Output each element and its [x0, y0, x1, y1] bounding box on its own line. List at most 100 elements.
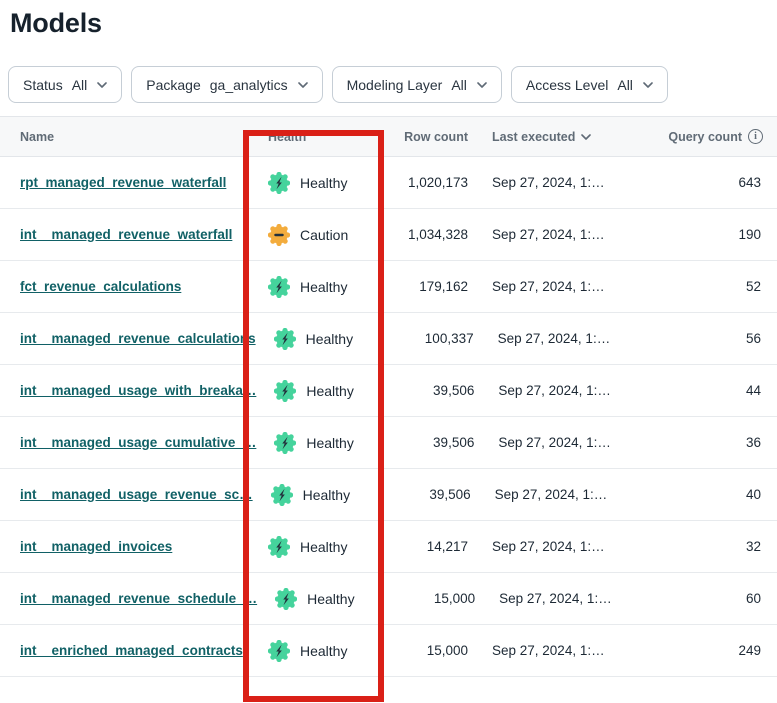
query-count: 44 — [644, 383, 777, 398]
model-link[interactable]: int__managed_usage_revenue_sc… — [20, 487, 253, 502]
row-count: 100,337 — [390, 331, 474, 346]
query-count: 56 — [644, 331, 777, 346]
model-link[interactable]: int__managed_usage_with_breaka… — [20, 383, 256, 398]
health-label: Healthy — [306, 383, 353, 399]
last-executed: Sep 27, 2024, 1:… — [468, 279, 638, 294]
health-cell: Healthy — [256, 328, 390, 350]
row-count: 14,217 — [384, 539, 468, 554]
health-healthy-icon — [268, 536, 290, 558]
health-label: Healthy — [300, 643, 347, 659]
health-label: Healthy — [300, 175, 347, 191]
filter-value: All — [451, 77, 467, 93]
column-header-query-count: Query count i — [638, 129, 777, 144]
health-healthy-icon — [268, 172, 290, 194]
table-row: int__managed_invoices Healthy 14,217 Sep… — [0, 521, 777, 573]
query-count: 249 — [638, 643, 777, 658]
table-row: int__managed_usage_cumulative_… Healthy … — [0, 417, 777, 469]
last-executed: Sep 27, 2024, 1:… — [474, 331, 644, 346]
filter-value: ga_analytics — [210, 77, 288, 93]
model-link[interactable]: int__managed_invoices — [20, 539, 172, 554]
table-header: Name Health Row count Last executed Quer… — [0, 116, 777, 157]
health-cell: Healthy — [253, 484, 387, 506]
query-count: 32 — [638, 539, 777, 554]
chevron-down-icon — [298, 82, 308, 88]
query-count: 643 — [638, 175, 777, 190]
row-count: 15,000 — [391, 591, 475, 606]
health-cell: Healthy — [250, 276, 384, 298]
column-header-last-executed[interactable]: Last executed — [468, 130, 638, 144]
health-label: Healthy — [307, 591, 354, 607]
model-link[interactable]: int__managed_revenue_schedule_… — [20, 591, 257, 606]
health-cell: Healthy — [250, 640, 384, 662]
page-title: Models — [10, 8, 777, 39]
model-link[interactable]: fct_revenue_calculations — [20, 279, 181, 294]
query-count: 36 — [644, 435, 777, 450]
health-cell: Healthy — [250, 536, 384, 558]
row-count: 39,506 — [387, 487, 471, 502]
model-link[interactable]: int__managed_revenue_calculations — [20, 331, 256, 346]
chevron-down-icon — [643, 82, 653, 88]
health-healthy-icon — [274, 380, 296, 402]
filter-label: Modeling Layer — [347, 77, 443, 93]
table-row: int__enriched_managed_contracts Healthy … — [0, 625, 777, 677]
health-cell: Healthy — [256, 432, 390, 454]
query-count: 190 — [638, 227, 777, 242]
last-executed: Sep 27, 2024, 1:… — [474, 383, 644, 398]
health-cell: Caution — [250, 224, 384, 246]
health-label: Healthy — [306, 435, 353, 451]
last-executed: Sep 27, 2024, 1:… — [475, 591, 645, 606]
filter-label: Status — [23, 77, 63, 93]
filter-status[interactable]: Status All — [8, 66, 122, 103]
column-header-label: Query count — [668, 130, 742, 144]
table-row: fct_revenue_calculations Healthy 179,162… — [0, 261, 777, 313]
sort-chevron-icon — [581, 134, 591, 140]
model-link[interactable]: int__enriched_managed_contracts — [20, 643, 243, 658]
health-healthy-icon — [274, 432, 296, 454]
model-link[interactable]: int__managed_revenue_waterfall — [20, 227, 232, 242]
row-count: 1,020,173 — [384, 175, 468, 190]
table-row: rpt_managed_revenue_waterfall Healthy 1,… — [0, 157, 777, 209]
health-label: Healthy — [306, 331, 353, 347]
last-executed: Sep 27, 2024, 1:… — [468, 227, 638, 242]
column-header-name: Name — [0, 130, 250, 144]
row-count: 39,506 — [390, 435, 474, 450]
model-link[interactable]: rpt_managed_revenue_waterfall — [20, 175, 226, 190]
filter-package[interactable]: Package ga_analytics — [131, 66, 322, 103]
health-healthy-icon — [268, 276, 290, 298]
row-count: 1,034,328 — [384, 227, 468, 242]
health-caution-icon — [268, 224, 290, 246]
chevron-down-icon — [477, 82, 487, 88]
query-count: 52 — [638, 279, 777, 294]
filter-modeling-layer[interactable]: Modeling Layer All — [332, 66, 502, 103]
filter-access-level[interactable]: Access Level All — [511, 66, 668, 103]
table-row: int__managed_usage_revenue_sc… Healthy 3… — [0, 469, 777, 521]
health-label: Healthy — [303, 487, 350, 503]
column-header-label: Last executed — [492, 130, 575, 144]
health-label: Caution — [300, 227, 348, 243]
filter-bar: Status All Package ga_analytics Modeling… — [8, 66, 777, 103]
info-icon[interactable]: i — [748, 129, 763, 144]
health-cell: Healthy — [257, 588, 391, 610]
table-row: int__managed_usage_with_breaka… Healthy … — [0, 365, 777, 417]
last-executed: Sep 27, 2024, 1:… — [468, 643, 638, 658]
health-healthy-icon — [275, 588, 297, 610]
health-healthy-icon — [274, 328, 296, 350]
column-header-row-count: Row count — [384, 130, 468, 144]
filter-label: Package — [146, 77, 200, 93]
filter-value: All — [617, 77, 633, 93]
row-count: 179,162 — [384, 279, 468, 294]
filter-label: Access Level — [526, 77, 608, 93]
last-executed: Sep 27, 2024, 1:… — [471, 487, 641, 502]
table-row: int__managed_revenue_waterfall Caution 1… — [0, 209, 777, 261]
health-label: Healthy — [300, 279, 347, 295]
health-healthy-icon — [268, 640, 290, 662]
model-link[interactable]: int__managed_usage_cumulative_… — [20, 435, 256, 450]
health-label: Healthy — [300, 539, 347, 555]
last-executed: Sep 27, 2024, 1:… — [468, 175, 638, 190]
models-table: Name Health Row count Last executed Quer… — [0, 116, 777, 677]
query-count: 40 — [641, 487, 777, 502]
health-healthy-icon — [271, 484, 293, 506]
column-header-health: Health — [250, 130, 384, 144]
row-count: 15,000 — [384, 643, 468, 658]
filter-value: All — [72, 77, 88, 93]
